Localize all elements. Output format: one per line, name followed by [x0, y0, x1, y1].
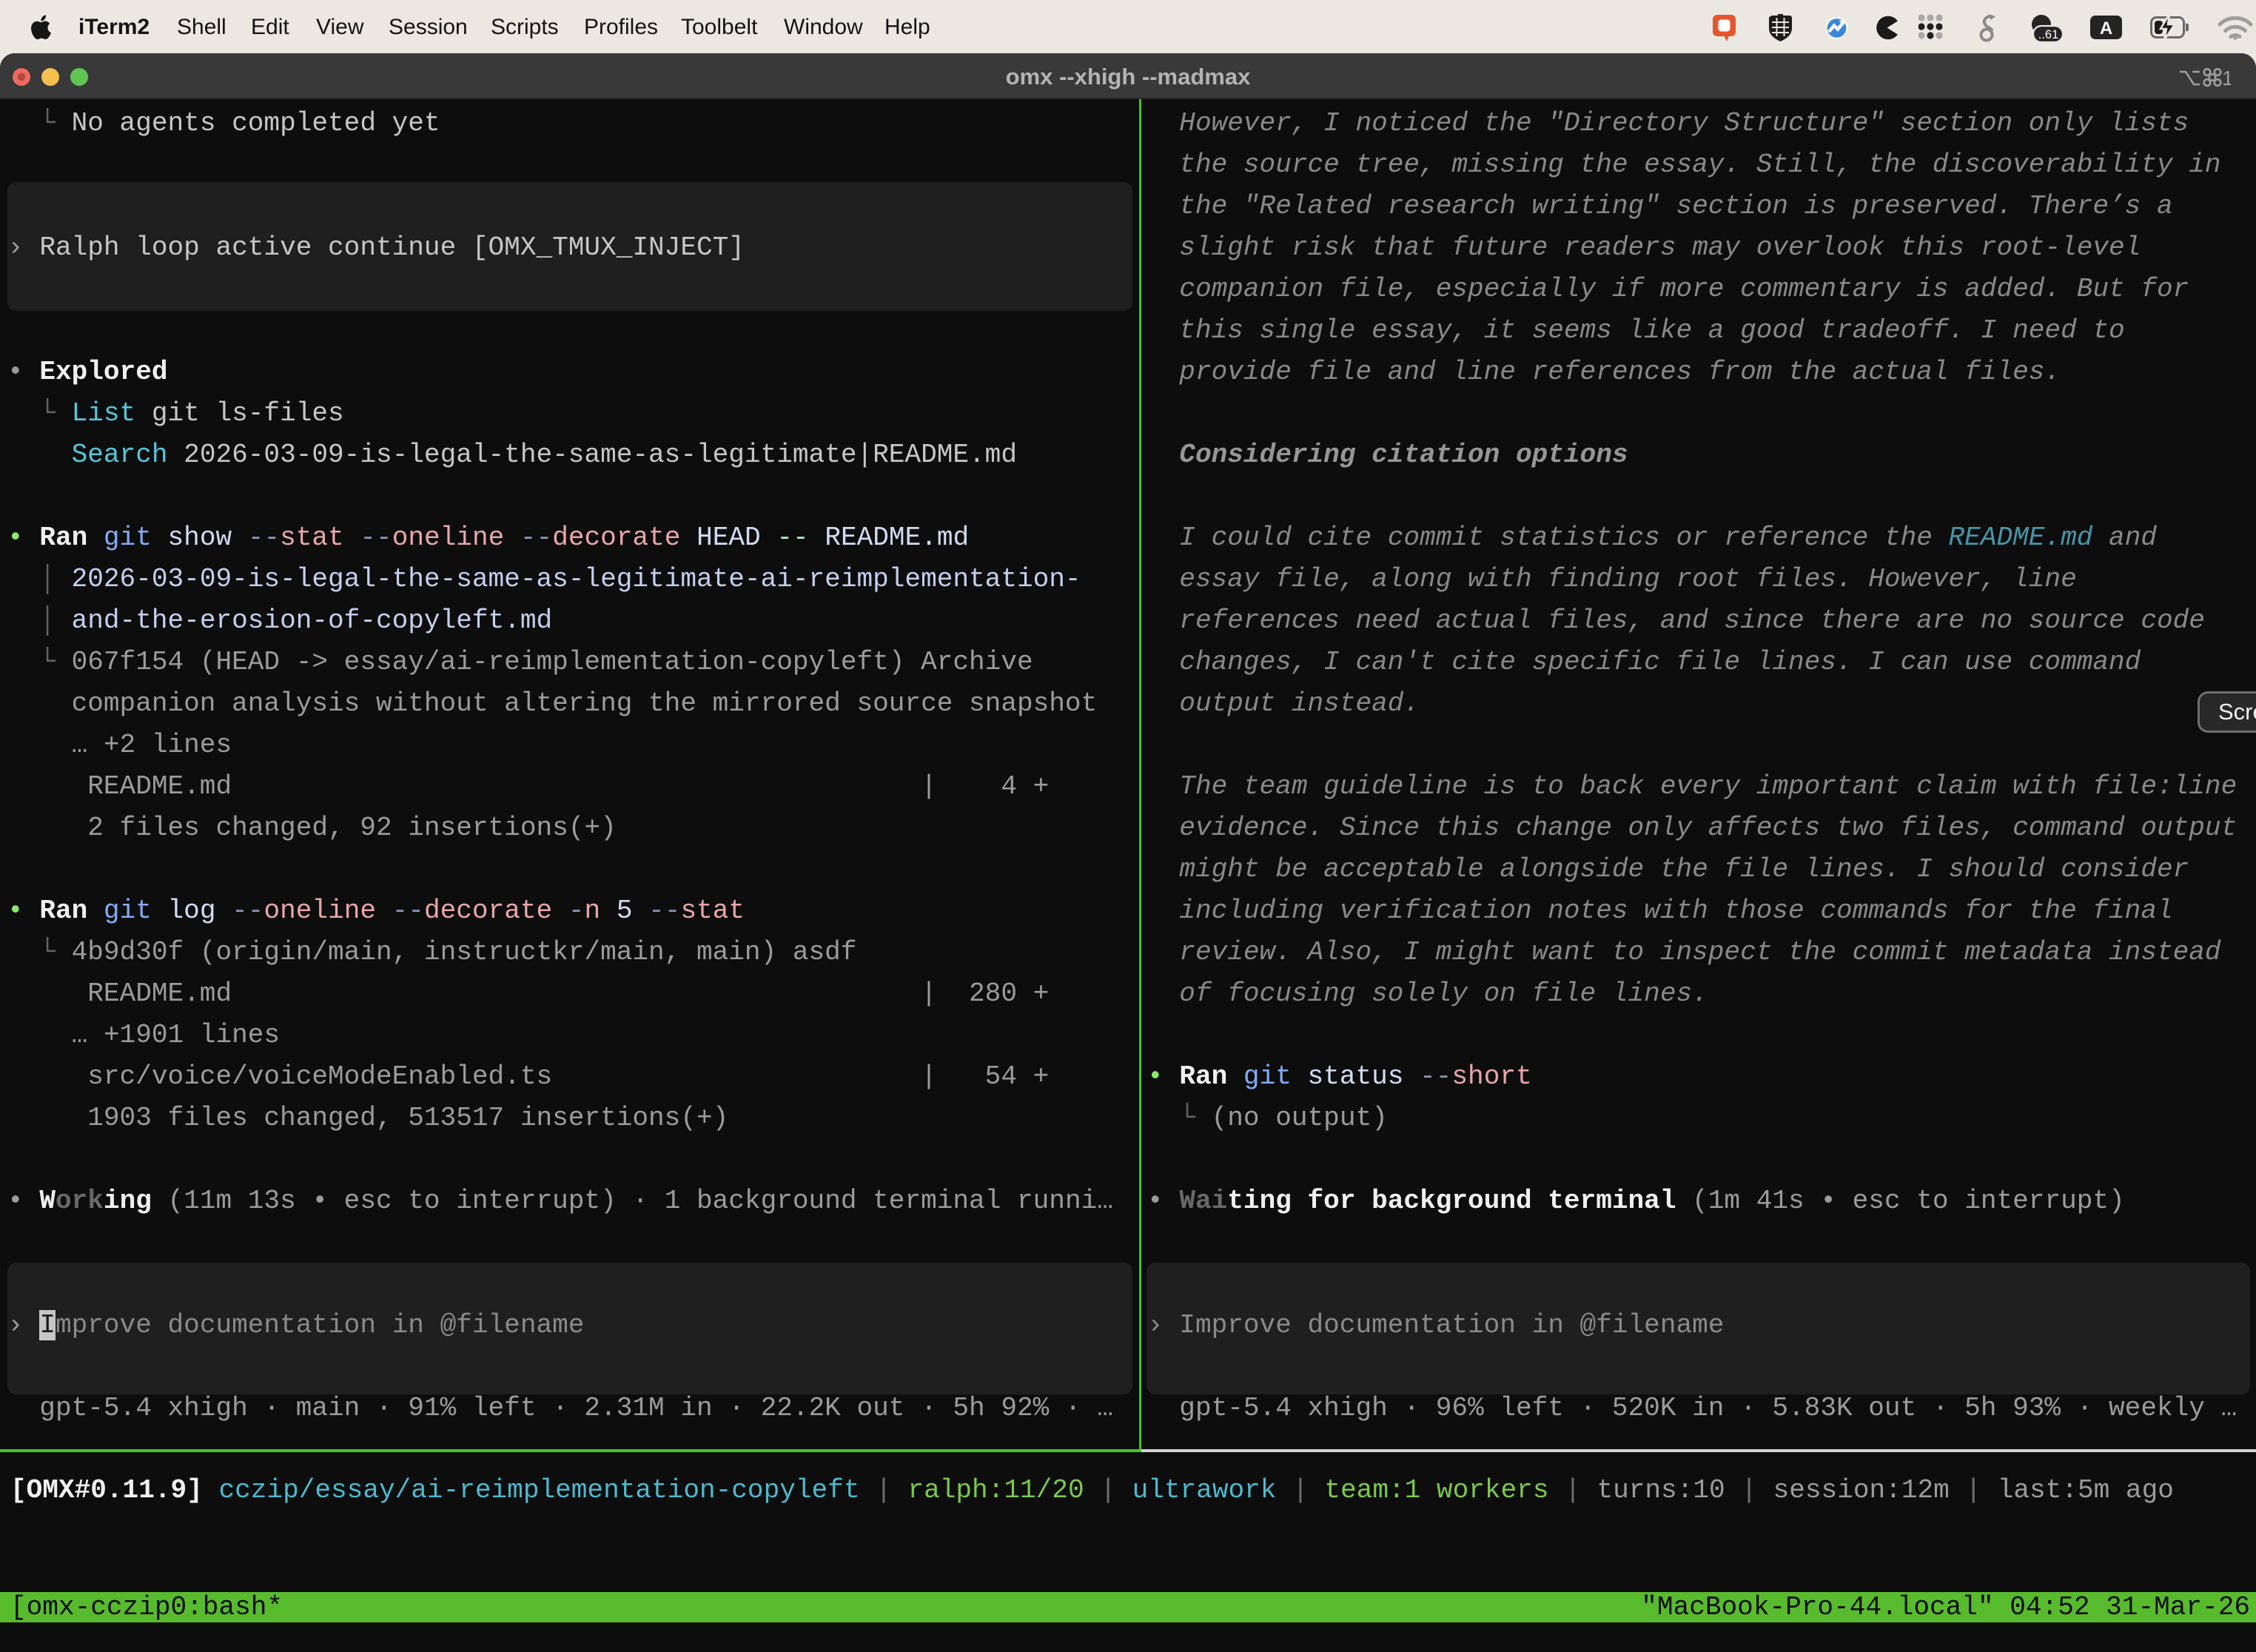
svg-text:..61: ..61 — [2038, 28, 2059, 41]
svg-text:A: A — [2100, 19, 2112, 38]
svg-text:1: 1 — [2222, 67, 2231, 90]
